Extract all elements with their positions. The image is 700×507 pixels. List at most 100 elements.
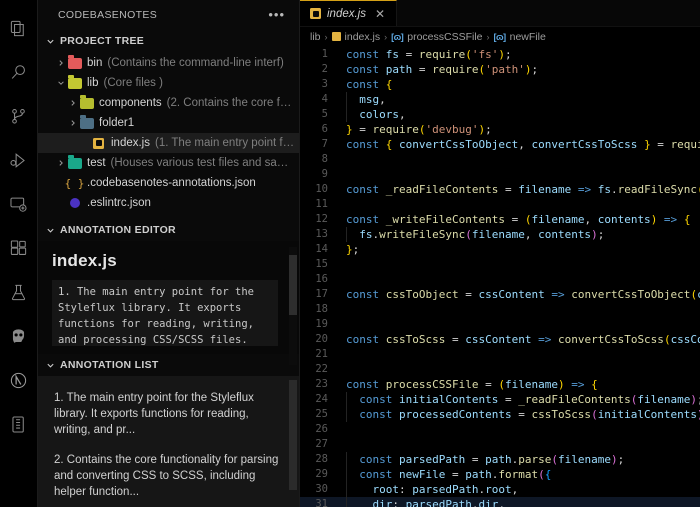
code-token: dir [346, 498, 393, 507]
extensions-icon[interactable] [0, 226, 38, 270]
code-line[interactable]: 27 [300, 437, 700, 452]
tree-row[interactable]: .eslintrc.json [38, 193, 299, 213]
annotation-text-input[interactable] [52, 280, 278, 346]
code-token: fs [597, 183, 611, 196]
code-line[interactable]: 22 [300, 362, 700, 377]
code-line[interactable]: 30 root: parsedPath.root, [300, 482, 700, 497]
code-line[interactable]: 17 const cssToObject = cssContent => conv… [300, 287, 700, 302]
breadcrumb-item[interactable]: index.js [345, 31, 381, 43]
section-label-annotation-list: ANNOTATION LIST [60, 359, 159, 371]
tree-row[interactable]: folder1 [38, 113, 299, 133]
sidebar-more-actions-icon[interactable]: ••• [268, 8, 285, 21]
code-line[interactable]: 26 [300, 422, 700, 437]
folder-icon [67, 155, 82, 169]
code-token: const [346, 333, 386, 346]
annotation-list-item[interactable]: 1. The main entry point for the Styleflu… [52, 384, 283, 446]
code-line[interactable]: 14}; [300, 242, 700, 257]
code-line[interactable]: 31 dir: parsedPath.dir, [300, 497, 700, 507]
code-line[interactable]: 16 [300, 272, 700, 287]
breadcrumb-item[interactable]: newFile [510, 31, 546, 43]
code-line[interactable]: 5 colors, [300, 107, 700, 122]
code-token: initialContents [398, 393, 499, 406]
source-control-icon[interactable] [0, 94, 38, 138]
chevron-right-icon[interactable] [66, 117, 79, 130]
code-token: ( [538, 468, 545, 481]
search-icon[interactable] [0, 50, 38, 94]
chevron-right-icon[interactable] [54, 57, 67, 70]
code-token: path [465, 468, 492, 481]
codebasenotes-icon[interactable] [0, 358, 38, 402]
code-line[interactable]: 28 const parsedPath = path.parse(filenam… [300, 452, 700, 467]
breadcrumb-item[interactable]: lib [310, 31, 321, 43]
code-line[interactable]: 29 const newFile = path.format({ [300, 467, 700, 482]
code-line[interactable]: 19 [300, 317, 700, 332]
chevron-down-icon[interactable] [54, 77, 67, 90]
tree-row[interactable]: lib (Core files ) [38, 73, 299, 93]
code-line[interactable]: 3 const { [300, 77, 700, 92]
vscode-window: CODEBASENOTES ••• PROJECT TREE bin (Conta… [0, 0, 700, 507]
code-token: = [498, 393, 519, 406]
annotation-list-item[interactable]: 2. Contains the core functionality for p… [52, 446, 283, 507]
code-line[interactable]: 25 const processedContents = cssToScss(i… [300, 407, 700, 422]
code-line[interactable]: 4 msg, [300, 92, 700, 107]
run-and-debug-icon[interactable] [0, 138, 38, 182]
tab-index-js[interactable]: index.js ✕ [300, 0, 398, 26]
code-line-text: msg, [340, 92, 700, 107]
code-token: parsedPath [405, 498, 472, 507]
tree-row[interactable]: bin (Contains the command-line interf) [38, 53, 299, 73]
code-token: const [346, 408, 399, 421]
code-line-text: const parsedPath = path.parse(filename); [340, 452, 700, 467]
notebook-icon[interactable] [0, 402, 38, 446]
godot-tools-icon[interactable] [0, 314, 38, 358]
code-line[interactable]: 8 [300, 152, 700, 167]
code-line-text: const processedContents = cssToScss(init… [340, 407, 700, 422]
code-line[interactable]: 2 const path = require('path'); [300, 62, 700, 77]
chevron-right-icon[interactable] [54, 157, 67, 170]
sidebar-title: CODEBASENOTES [58, 9, 158, 21]
tree-row[interactable]: test (Houses various test files and sampl… [38, 153, 299, 173]
code-line[interactable]: 9 [300, 167, 700, 182]
explorer-icon[interactable] [0, 6, 38, 50]
code-line-text: const fs = require('fs'); [340, 47, 700, 62]
code-token: 'devbug' [425, 123, 479, 136]
line-number: 8 [321, 153, 328, 165]
annotation-list-scrollbar-thumb[interactable] [289, 380, 297, 490]
chevron-right-icon[interactable] [66, 97, 79, 110]
annotation-list-scrollbar[interactable] [289, 376, 297, 507]
code-token: const [346, 183, 386, 196]
tree-item-annotation: (2. Contains the core func... [166, 97, 295, 109]
code-line[interactable]: 10 const _readFileContents = filename => … [300, 182, 700, 197]
line-number: 29 [315, 468, 328, 480]
code-line[interactable]: 13 fs.writeFileSync(filename, contents); [300, 227, 700, 242]
tree-row[interactable]: components (2. Contains the core func... [38, 93, 299, 113]
close-icon[interactable]: ✕ [372, 8, 388, 20]
code-token: convertCssToObject [571, 288, 691, 301]
breadcrumb-item[interactable]: processCSSFile [407, 31, 482, 43]
remote-explorer-icon[interactable] [0, 182, 38, 226]
code-line[interactable]: 12 const _writeFileContents = (filename, … [300, 212, 700, 227]
tree-item-label: lib [87, 77, 99, 89]
code-line[interactable]: 7 const { convertCssToObject, convertCssT… [300, 137, 700, 152]
code-token: _readFileContents [385, 183, 499, 196]
annotation-editor-scrollbar-thumb[interactable] [289, 255, 297, 315]
annotation-editor-scrollbar[interactable] [289, 247, 297, 365]
code-line-text: const { [340, 77, 700, 92]
code-line[interactable]: 23 const processCSSFile = (filename) => { [300, 377, 700, 392]
code-line[interactable]: 24 const initialContents = _readFileCont… [300, 392, 700, 407]
section-header-annotation-list[interactable]: ANNOTATION LIST [38, 354, 299, 376]
section-label-annotation-editor: ANNOTATION EDITOR [60, 224, 176, 236]
tree-row[interactable]: { } .codebasenotes-annotations.json [38, 173, 299, 193]
code-line[interactable]: 20 const cssToScss = cssContent => conver… [300, 332, 700, 347]
code-editor-content[interactable]: 1 const fs = require('fs'); 2 const path = … [300, 46, 700, 507]
code-line[interactable]: 18 [300, 302, 700, 317]
code-line-text: const path = require('path'); [340, 62, 700, 77]
code-line[interactable]: 11 [300, 197, 700, 212]
code-line[interactable]: 21 [300, 347, 700, 362]
code-line[interactable]: 6} = require('devbug'); [300, 122, 700, 137]
code-line[interactable]: 1 const fs = require('fs'); [300, 47, 700, 62]
section-header-project-tree[interactable]: PROJECT TREE [38, 30, 299, 52]
code-line[interactable]: 15 [300, 257, 700, 272]
tree-row[interactable]: index.js (1. The main entry point for the… [38, 133, 299, 153]
section-header-annotation-editor[interactable]: ANNOTATION EDITOR [38, 219, 299, 241]
testing-icon[interactable] [0, 270, 38, 314]
